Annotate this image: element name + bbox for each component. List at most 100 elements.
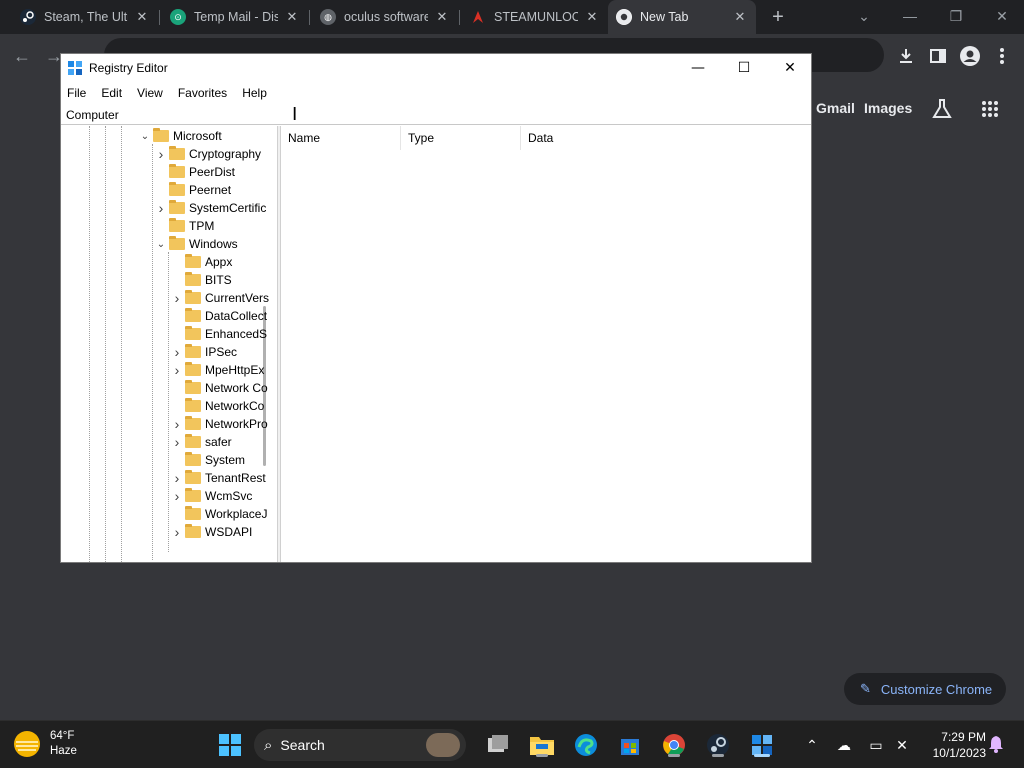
menu-help[interactable]: Help — [242, 86, 267, 100]
tab-new-tab[interactable]: New Tab ✕ — [608, 0, 756, 34]
tree-node[interactable]: ⌄ Microsoft — [137, 127, 222, 145]
collapsed-chevron-icon[interactable]: › — [169, 416, 185, 432]
collapsed-chevron-icon[interactable]: › — [169, 344, 185, 360]
regedit-icon[interactable] — [748, 731, 776, 759]
column-header-name[interactable]: Name — [281, 126, 401, 150]
tree-node-label: Appx — [205, 255, 233, 269]
chrome-icon[interactable] — [660, 731, 688, 759]
address-path-field[interactable]: Computer — [61, 105, 811, 125]
minimize-icon[interactable]: — — [675, 56, 721, 80]
profile-icon[interactable] — [958, 44, 982, 68]
menu-file[interactable]: File — [67, 86, 86, 100]
expanded-chevron-icon[interactable]: ⌄ — [153, 239, 169, 250]
new-tab-button[interactable]: + — [768, 5, 788, 29]
close-window-icon[interactable]: ✕ — [990, 4, 1014, 28]
collapsed-chevron-icon[interactable]: › — [169, 488, 185, 504]
store-icon[interactable] — [616, 731, 644, 759]
collapsed-chevron-icon[interactable]: › — [169, 434, 185, 450]
collapsed-chevron-icon[interactable]: › — [169, 290, 185, 306]
window-title: Registry Editor — [89, 61, 168, 75]
start-icon[interactable] — [216, 731, 244, 759]
taskbar-search-box[interactable]: ⌕ Search — [254, 729, 466, 761]
values-pane[interactable]: Name Type Data — [281, 126, 811, 562]
tree-node[interactable]: Network Co — [169, 379, 268, 397]
tree-node[interactable]: Appx — [169, 253, 232, 271]
collapsed-chevron-icon[interactable]: › — [153, 146, 169, 162]
gmail-link[interactable]: Gmail — [816, 100, 855, 116]
volume-muted-icon[interactable]: ✕ — [892, 735, 912, 755]
tree-node[interactable]: System — [169, 451, 245, 469]
tree-node[interactable]: ⌄ Windows — [153, 235, 238, 253]
close-tab-icon[interactable]: ✕ — [134, 9, 150, 25]
back-arrow-icon[interactable]: ← — [10, 44, 34, 68]
tree-node[interactable]: › TenantRest — [169, 469, 266, 487]
tree-node[interactable]: BITS — [169, 271, 232, 289]
expanded-chevron-icon[interactable]: ⌄ — [137, 131, 153, 142]
maximize-icon[interactable]: ☐ — [721, 56, 767, 80]
task-view-icon[interactable] — [484, 731, 512, 759]
collapsed-chevron-icon[interactable]: › — [169, 524, 185, 540]
tree-node[interactable]: › WcmSvc — [169, 487, 252, 505]
close-icon[interactable]: ✕ — [767, 56, 813, 80]
tree-node[interactable]: TPM — [153, 217, 214, 235]
customize-chrome-button[interactable]: ✎ Customize Chrome — [844, 673, 1006, 705]
tree-node[interactable]: DataCollect — [169, 307, 267, 325]
tree-node[interactable]: NetworkCo — [169, 397, 264, 415]
tree-node[interactable]: PeerDist — [153, 163, 235, 181]
images-link[interactable]: Images — [864, 100, 912, 116]
apps-grid-icon[interactable] — [978, 97, 1002, 121]
show-hidden-icons-chevron-icon[interactable]: ⌃ — [802, 735, 822, 755]
column-header-data[interactable]: Data — [521, 126, 641, 150]
tree-node[interactable]: › WSDAPI — [169, 523, 252, 541]
tree-node-label: WorkplaceJ — [205, 507, 268, 521]
tree-node[interactable]: WorkplaceJ — [169, 505, 267, 523]
collapsed-chevron-icon[interactable]: › — [169, 362, 185, 378]
close-tab-icon[interactable]: ✕ — [434, 9, 450, 25]
menu-favorites[interactable]: Favorites — [178, 86, 227, 100]
tree-node[interactable]: › SystemCertific — [153, 199, 266, 217]
tab-steam[interactable]: Steam, The Ultimate ✕ — [12, 0, 158, 34]
tree-node[interactable]: › CurrentVers — [169, 289, 269, 307]
tree-node-label: IPSec — [205, 345, 238, 359]
edge-icon[interactable] — [572, 731, 600, 759]
tab-temp-mail[interactable]: ⊙ Temp Mail - Disposable ✕ — [162, 0, 308, 34]
download-icon[interactable] — [894, 44, 918, 68]
tree-node[interactable]: › MpeHttpEx — [169, 361, 264, 379]
tree-node[interactable]: Peernet — [153, 181, 231, 199]
notification-bell-icon[interactable] — [986, 735, 1006, 755]
onedrive-cloud-icon[interactable]: ☁ — [834, 735, 854, 755]
network-icon[interactable]: ▭ — [866, 735, 886, 755]
file-explorer-icon[interactable] — [528, 731, 556, 759]
weather-widget[interactable]: 64°F Haze — [14, 729, 77, 759]
tab-search-chevron-icon[interactable]: ⌄ — [852, 4, 876, 28]
tab-oculus-software[interactable]: ◍ oculus software ✕ — [312, 0, 458, 34]
folder-icon — [185, 344, 201, 358]
collapsed-chevron-icon[interactable]: › — [153, 200, 169, 216]
system-clock[interactable]: 7:29 PM 10/1/2023 — [920, 729, 986, 761]
tab-steamunlocked[interactable]: STEAMUNLOCKED ✕ — [462, 0, 608, 34]
tree-node[interactable]: › NetworkPro — [169, 415, 268, 433]
tree-node-label: Windows — [189, 237, 238, 251]
folder-icon — [169, 200, 185, 214]
menu-view[interactable]: View — [137, 86, 163, 100]
minimize-icon[interactable]: — — [898, 4, 922, 28]
labs-flask-icon[interactable] — [930, 97, 954, 121]
tree-node[interactable]: › Cryptography — [153, 145, 261, 163]
collapsed-chevron-icon[interactable]: › — [169, 470, 185, 486]
steam-icon[interactable] — [704, 731, 732, 759]
tree-node-label: Network Co — [205, 381, 268, 395]
column-header-type[interactable]: Type — [401, 126, 521, 150]
restore-icon[interactable]: ❐ — [944, 4, 968, 28]
tree-node[interactable]: EnhancedS — [169, 325, 267, 343]
menu-edit[interactable]: Edit — [101, 86, 122, 100]
close-tab-icon[interactable]: ✕ — [584, 9, 600, 25]
close-tab-icon[interactable]: ✕ — [284, 9, 300, 25]
chrome-menu-icon[interactable] — [990, 44, 1014, 68]
tab-separator — [309, 10, 310, 25]
close-tab-icon[interactable]: ✕ — [732, 9, 748, 25]
tree-node[interactable]: › safer — [169, 433, 232, 451]
side-panel-icon[interactable] — [926, 44, 950, 68]
tree-node[interactable]: › IPSec — [169, 343, 237, 361]
window-titlebar[interactable]: Registry Editor — ☐ ✕ — [61, 54, 811, 82]
registry-key-tree[interactable]: ⌄ Microsoft › Cryptography PeerDist Peernet › S… — [61, 126, 277, 562]
